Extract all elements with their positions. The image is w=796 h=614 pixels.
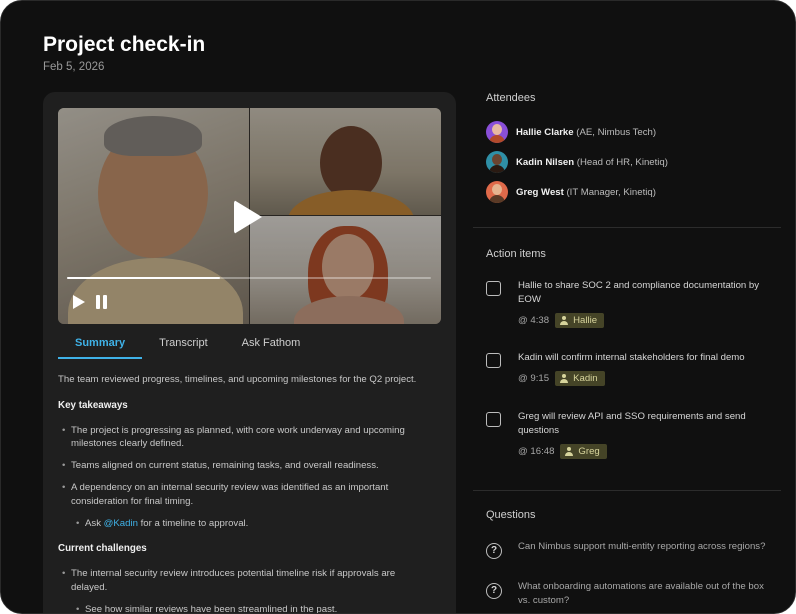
avatar: [486, 121, 508, 143]
tab-summary[interactable]: Summary: [58, 333, 143, 359]
list-item: See how similar reviews have been stream…: [72, 603, 428, 613]
timestamp-link[interactable]: @ 9:15: [518, 373, 549, 384]
pause-button[interactable]: [96, 295, 108, 309]
attendee-text: Kadin Nilsen (Head of HR, Kinetiq): [516, 157, 668, 168]
person-icon: [565, 447, 574, 456]
timestamp-link[interactable]: @ 16:48: [518, 446, 554, 457]
attendee-role: (Head of HR, Kinetiq): [576, 156, 668, 168]
list-item: The internal security review introduces …: [58, 567, 428, 595]
question-text: What onboarding automations are availabl…: [518, 581, 764, 606]
attendee-text: Hallie Clarke (AE, Nimbus Tech): [516, 127, 656, 138]
questions-heading: Questions: [486, 509, 536, 521]
key-takeaways-heading: Key takeaways: [58, 399, 128, 411]
owner-badge[interactable]: Hallie: [555, 313, 605, 328]
meeting-date: Feb 5, 2026: [43, 61, 105, 73]
list-item: The project is progressing as planned, w…: [58, 424, 428, 452]
summary-content: The team reviewed progress, timelines, a…: [58, 373, 428, 613]
attendee-row: Kadin Nilsen (Head of HR, Kinetiq): [486, 151, 668, 173]
list-item: A dependency on an internal security rev…: [58, 481, 428, 509]
page-title: Project check-in: [43, 33, 206, 56]
person-icon: [560, 374, 569, 383]
sub-prefix: Ask: [85, 517, 104, 529]
play-button[interactable]: [73, 295, 85, 309]
attendee-row: Greg West (IT Manager, Kinetiq): [486, 181, 656, 203]
app-window: Project check-in Feb 5, 2026 Summary Tra…: [0, 0, 796, 614]
attendee-row: Hallie Clarke (AE, Nimbus Tech): [486, 121, 656, 143]
question-icon: ?: [486, 583, 502, 599]
list-item: Teams aligned on current status, remaini…: [58, 459, 428, 473]
attendees-heading: Attendees: [486, 92, 536, 104]
tab-ask-fathom[interactable]: Ask Fathom: [225, 333, 318, 359]
video-progress-bar[interactable]: [67, 277, 431, 279]
details-column: Attendees Hallie Clarke (AE, Nimbus Tech…: [473, 1, 781, 613]
action-items-heading: Action items: [486, 248, 546, 260]
avatar: [486, 151, 508, 173]
action-item-checkbox[interactable]: [486, 412, 501, 427]
current-challenges-heading: Current challenges: [58, 543, 147, 555]
owner-badge[interactable]: Greg: [560, 444, 607, 459]
action-item-meta: @ 16:48 Greg: [518, 444, 607, 459]
action-item-text: Hallie to share SOC 2 and compliance doc…: [518, 280, 760, 305]
video-progress-fill: [67, 277, 220, 279]
list-item: Ask @Kadin for a timeline to approval.: [72, 517, 428, 531]
owner-name: Kadin: [573, 373, 598, 384]
attendee-text: Greg West (IT Manager, Kinetiq): [516, 187, 656, 198]
question-icon: ?: [486, 543, 502, 559]
recording-panel: Summary Transcript Ask Fathom The team r…: [43, 92, 456, 613]
avatar: [486, 181, 508, 203]
attendee-role: (AE, Nimbus Tech): [576, 126, 657, 138]
section-divider: [473, 227, 781, 228]
content-tabs: Summary Transcript Ask Fathom: [58, 333, 317, 359]
person-icon: [560, 316, 569, 325]
question-text: Can Nimbus support multi-entity reportin…: [518, 541, 766, 552]
tab-transcript[interactable]: Transcript: [142, 333, 225, 359]
attendee-name: Hallie Clarke: [516, 126, 574, 138]
summary-intro: The team reviewed progress, timelines, a…: [58, 374, 417, 385]
attendee-name: Greg West: [516, 186, 564, 198]
action-item-checkbox[interactable]: [486, 281, 501, 296]
section-divider: [473, 490, 781, 491]
owner-name: Hallie: [573, 315, 598, 326]
sub-suffix: for a timeline to approval.: [137, 517, 249, 529]
action-item-meta: @ 9:15 Kadin: [518, 371, 605, 386]
attendee-name: Kadin Nilsen: [516, 156, 575, 168]
mention-link-kadin[interactable]: @Kadin: [104, 518, 138, 529]
video-player[interactable]: [58, 108, 441, 324]
action-item-meta: @ 4:38 Hallie: [518, 313, 605, 328]
timestamp-link[interactable]: @ 4:38: [518, 315, 549, 326]
play-overlay-button[interactable]: [234, 200, 262, 234]
action-item-text: Kadin will confirm internal stakeholders…: [518, 352, 745, 363]
attendee-role: (IT Manager, Kinetiq): [566, 186, 656, 198]
owner-name: Greg: [578, 446, 600, 457]
action-item-text: Greg will review API and SSO requirement…: [518, 411, 746, 436]
owner-badge[interactable]: Kadin: [555, 371, 605, 386]
action-item-checkbox[interactable]: [486, 353, 501, 368]
